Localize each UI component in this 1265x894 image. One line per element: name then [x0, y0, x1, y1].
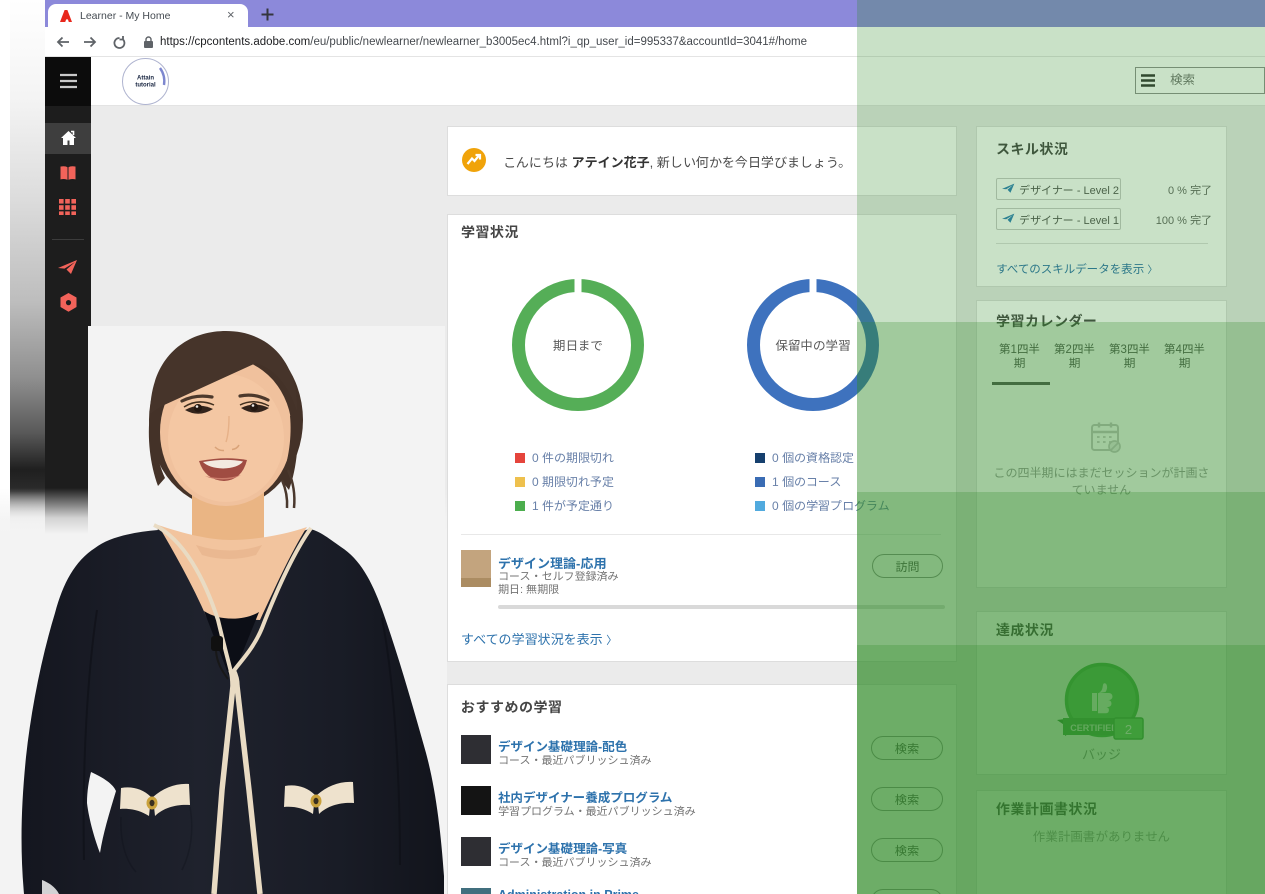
svg-text:Attain: Attain [137, 76, 154, 82]
svg-text:期日まで: 期日まで [553, 339, 603, 353]
svg-text:保留中の学習: 保留中の学習 [775, 339, 850, 353]
svg-text:tutorial: tutorial [135, 83, 156, 89]
